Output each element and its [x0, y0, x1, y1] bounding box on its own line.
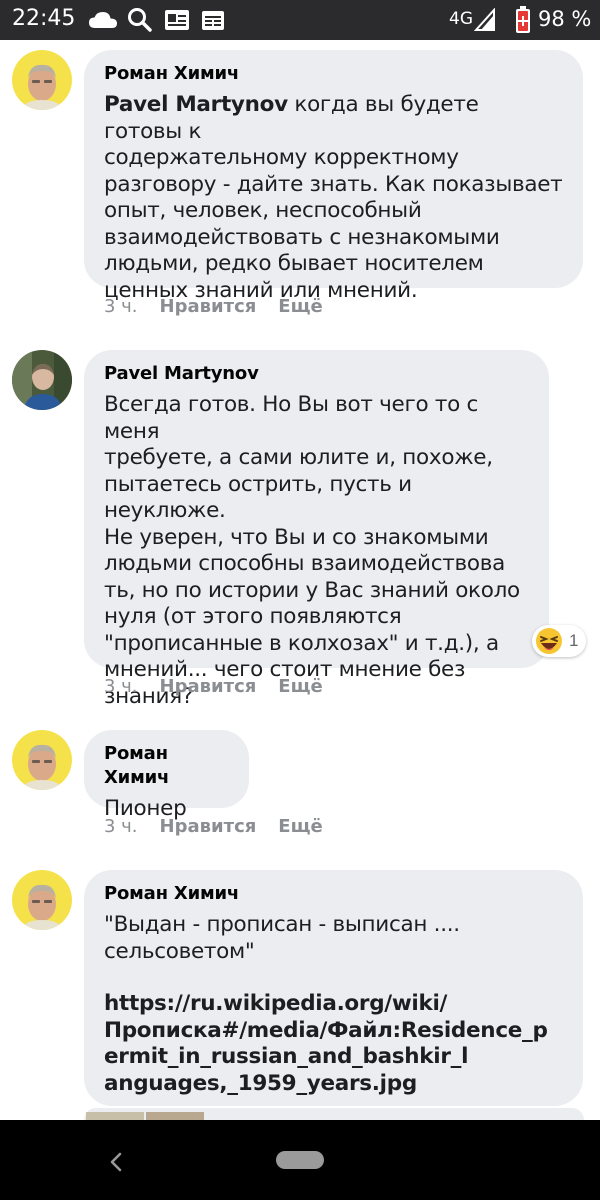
like-button[interactable]: Нравится — [160, 676, 257, 697]
comment-meta: 3 ч. Нравится Ещё — [104, 816, 345, 837]
comment-body: "Выдан - прописан - выписан .... сельсов… — [104, 912, 460, 964]
comment-time[interactable]: 3 ч. — [104, 816, 138, 837]
cloud-icon — [89, 12, 117, 28]
avatar[interactable] — [12, 350, 72, 410]
news-icon — [165, 10, 189, 30]
avatar[interactable] — [12, 730, 72, 790]
comment-body: Всегда готов. Но Вы вот чего то с меня т… — [104, 392, 520, 709]
navigation-bar — [0, 1120, 600, 1200]
wiki-link[interactable]: https://ru.wikipedia.org/wiki/ Прописка#… — [104, 991, 563, 1097]
haha-reaction-icon — [536, 628, 562, 654]
mention-link[interactable]: Pavel Martynov — [104, 92, 288, 117]
comment-bubble: Роман Химич Пионер — [84, 730, 249, 821]
reaction-badge[interactable]: 1 — [532, 625, 587, 657]
comment-time[interactable]: 3 ч. — [104, 676, 138, 697]
signal-icon — [474, 8, 495, 31]
roman-avatar-image — [12, 870, 72, 930]
network-type: 4G — [449, 9, 473, 29]
comment-meta: 3 ч. Нравится Ещё — [104, 676, 345, 697]
home-pill[interactable] — [276, 1151, 324, 1169]
comment-text: Pavel Martynov когда вы будете готовы к … — [104, 92, 563, 304]
search-icon — [128, 8, 152, 32]
comment-time[interactable]: 3 ч. — [104, 296, 138, 317]
comment-meta: 3 ч. Нравится Ещё — [104, 296, 345, 317]
comment-author[interactable]: Роман Химич — [104, 882, 563, 906]
roman-avatar-image — [12, 50, 72, 110]
comment-author[interactable]: Роман Химич — [104, 742, 229, 790]
avatar[interactable] — [12, 50, 72, 110]
battery-level: 98 % — [538, 7, 592, 31]
comment-bubble: Pavel Martynov Всегда готов. Но Вы вот ч… — [84, 350, 549, 709]
comment-bubble: Роман Химич "Выдан - прописан - выписан … — [84, 870, 583, 1106]
more-button[interactable]: Ещё — [278, 816, 322, 837]
status-bar: 22:45 4G 98 % — [0, 0, 600, 40]
battery-icon — [516, 6, 530, 33]
calendar-icon — [202, 11, 224, 30]
roman-avatar-image — [12, 730, 72, 790]
more-button[interactable]: Ещё — [278, 296, 322, 317]
comment-bubble: Роман Химич Pavel Martynov когда вы буде… — [84, 50, 583, 303]
back-icon[interactable] — [108, 1152, 124, 1172]
comment-author[interactable]: Роман Химич — [104, 62, 563, 86]
comment-body: когда вы будете готовы к содержательному… — [104, 92, 563, 303]
comment-author[interactable]: Pavel Martynov — [104, 362, 529, 386]
more-button[interactable]: Ещё — [278, 676, 322, 697]
reaction-count: 1 — [569, 631, 579, 650]
status-time: 22:45 — [12, 6, 76, 31]
pavel-avatar-image — [12, 350, 72, 410]
avatar[interactable] — [12, 870, 72, 930]
like-button[interactable]: Нравится — [160, 296, 257, 317]
like-button[interactable]: Нравится — [160, 816, 257, 837]
